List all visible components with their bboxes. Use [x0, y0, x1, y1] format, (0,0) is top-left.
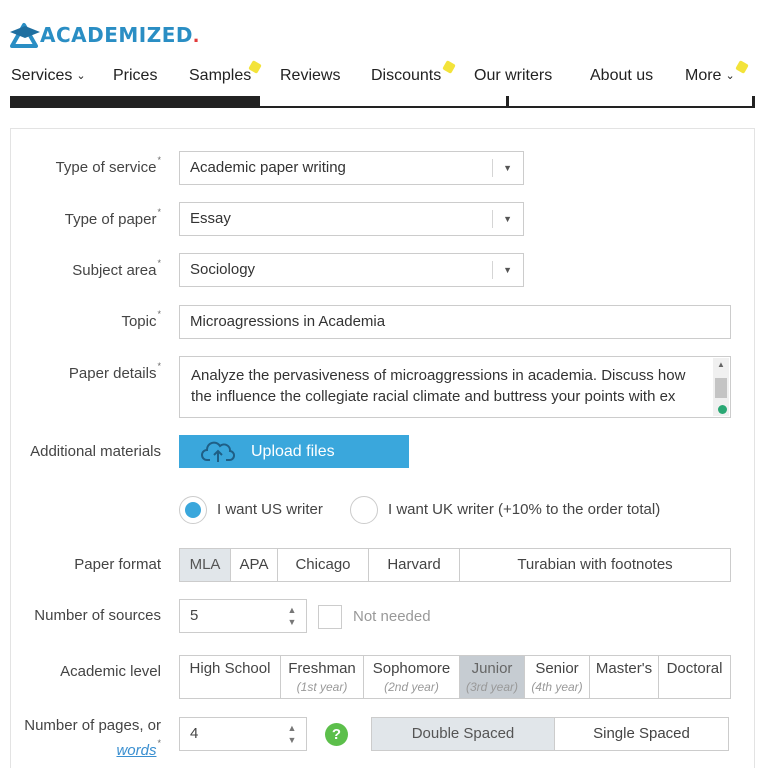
- format-option-harvard[interactable]: Harvard: [369, 548, 460, 582]
- nav-label: Services: [11, 67, 73, 84]
- stepper-up-icon[interactable]: ▲: [286, 604, 298, 616]
- format-option-turabian[interactable]: Turabian with footnotes: [460, 548, 731, 582]
- radio-label: I want US writer: [217, 501, 323, 518]
- additional-materials-label: Additional materials: [30, 443, 161, 460]
- logo[interactable]: ACADEMIZED.: [10, 20, 199, 50]
- level-option-doctoral[interactable]: Doctoral: [659, 655, 731, 699]
- stepper-arrows[interactable]: ▲ ▼: [286, 722, 298, 746]
- nav-item-more[interactable]: More ⌄: [685, 58, 735, 94]
- nav-label: About us: [590, 67, 654, 84]
- divider: [492, 210, 493, 228]
- radio-label: I want UK writer (+10% to the order tota…: [388, 501, 661, 518]
- words-link[interactable]: words: [116, 742, 156, 759]
- divider: [506, 96, 509, 108]
- cloud-upload-icon: [201, 441, 235, 462]
- nav-item-prices[interactable]: Prices: [113, 58, 157, 94]
- nav-label: Prices: [113, 67, 158, 84]
- main-nav: Services ⌄ Prices Samples Reviews Discoun…: [0, 58, 762, 94]
- nav-item-our-writers[interactable]: Our writers: [474, 58, 552, 94]
- upload-files-label: Upload files: [251, 443, 335, 460]
- nav-item-about-us[interactable]: About us: [590, 58, 653, 94]
- not-needed-checkbox[interactable]: [318, 605, 342, 629]
- nav-underline: [10, 96, 755, 108]
- dropdown-arrow-icon: ▼: [503, 163, 512, 173]
- nav-item-reviews[interactable]: Reviews: [280, 58, 340, 94]
- sparkle-icon: [442, 60, 456, 74]
- stepper-value: 5: [190, 607, 199, 624]
- subject-area-label: Subject area*: [72, 258, 161, 279]
- stepper-up-icon[interactable]: ▲: [286, 722, 298, 734]
- scrollbar-thumb[interactable]: [715, 378, 727, 398]
- paper-details-label: Paper details*: [68, 361, 161, 382]
- stepper-down-icon[interactable]: ▼: [286, 734, 298, 746]
- nav-label: More: [685, 67, 722, 84]
- level-option-sophomore[interactable]: Sophomore (2nd year): [364, 655, 460, 699]
- topic-label: Topic*: [121, 309, 161, 330]
- level-option-senior[interactable]: Senior (4th year): [525, 655, 590, 699]
- select-value: Academic paper writing: [190, 159, 346, 176]
- logo-text: ACADEMIZED: [40, 23, 194, 47]
- select-value: Sociology: [190, 261, 256, 278]
- sources-stepper[interactable]: 5 ▲ ▼: [179, 599, 307, 633]
- resize-grip-icon[interactable]: [718, 405, 727, 414]
- stepper-value: 4: [190, 725, 199, 742]
- divider: [492, 261, 493, 279]
- nav-label: Samples: [189, 67, 252, 84]
- type-of-service-label: Type of service*: [55, 155, 161, 176]
- scroll-up-arrow-icon[interactable]: ▲: [717, 360, 725, 369]
- type-of-paper-label: Type of paper*: [64, 207, 161, 228]
- nav-item-discounts[interactable]: Discounts: [371, 58, 441, 94]
- radio-selected-dot: [185, 502, 201, 518]
- nav-label: Reviews: [280, 67, 341, 84]
- number-of-sources-label: Number of sources: [34, 607, 161, 624]
- level-option-high-school[interactable]: High School: [179, 655, 281, 699]
- sparkle-icon: [735, 60, 749, 74]
- level-option-freshman[interactable]: Freshman (1st year): [281, 655, 364, 699]
- chevron-down-icon: ⌄: [76, 70, 86, 82]
- dropdown-arrow-icon: ▼: [503, 265, 512, 275]
- nav-active-indicator: [13, 96, 260, 108]
- topic-input[interactable]: Microagressions in Academia: [179, 305, 731, 339]
- radio-circle: [350, 496, 378, 524]
- radio-circle: [179, 496, 207, 524]
- help-icon[interactable]: ?: [325, 723, 348, 746]
- format-option-apa[interactable]: APA: [231, 548, 278, 582]
- logo-dot: .: [193, 22, 200, 47]
- level-option-junior[interactable]: Junior (3rd year): [460, 655, 525, 699]
- spacing-option-double[interactable]: Double Spaced: [371, 717, 555, 751]
- chevron-down-icon: ⌄: [725, 70, 735, 82]
- type-of-paper-select[interactable]: Essay ▼: [179, 202, 524, 236]
- subject-area-select[interactable]: Sociology ▼: [179, 253, 524, 287]
- paper-details-text: Analyze the pervasiveness of microaggres…: [191, 367, 686, 405]
- nav-label: Our writers: [474, 67, 553, 84]
- pages-stepper[interactable]: 4 ▲ ▼: [179, 717, 307, 751]
- not-needed-label: Not needed: [353, 608, 431, 625]
- select-value: Essay: [190, 210, 231, 227]
- nav-label: Discounts: [371, 67, 442, 84]
- divider: [492, 159, 493, 177]
- stepper-arrows[interactable]: ▲ ▼: [286, 604, 298, 628]
- paper-details-textarea[interactable]: Analyze the pervasiveness of microaggres…: [179, 356, 731, 418]
- format-option-mla[interactable]: MLA: [179, 548, 231, 582]
- nav-item-samples[interactable]: Samples: [189, 58, 251, 94]
- nav-item-services[interactable]: Services ⌄: [11, 58, 86, 94]
- spacing-option-single[interactable]: Single Spaced: [555, 717, 729, 751]
- logo-mark-icon: [10, 23, 40, 48]
- number-of-pages-label: Number of pages, or words*: [24, 717, 161, 759]
- academic-level-label: Academic level: [60, 663, 161, 680]
- dropdown-arrow-icon: ▼: [503, 214, 512, 224]
- type-of-service-select[interactable]: Academic paper writing ▼: [179, 151, 524, 185]
- format-option-chicago[interactable]: Chicago: [278, 548, 369, 582]
- level-option-masters[interactable]: Master's: [590, 655, 659, 699]
- upload-files-button[interactable]: Upload files: [179, 435, 409, 468]
- stepper-down-icon[interactable]: ▼: [286, 616, 298, 628]
- paper-format-label: Paper format: [74, 556, 161, 573]
